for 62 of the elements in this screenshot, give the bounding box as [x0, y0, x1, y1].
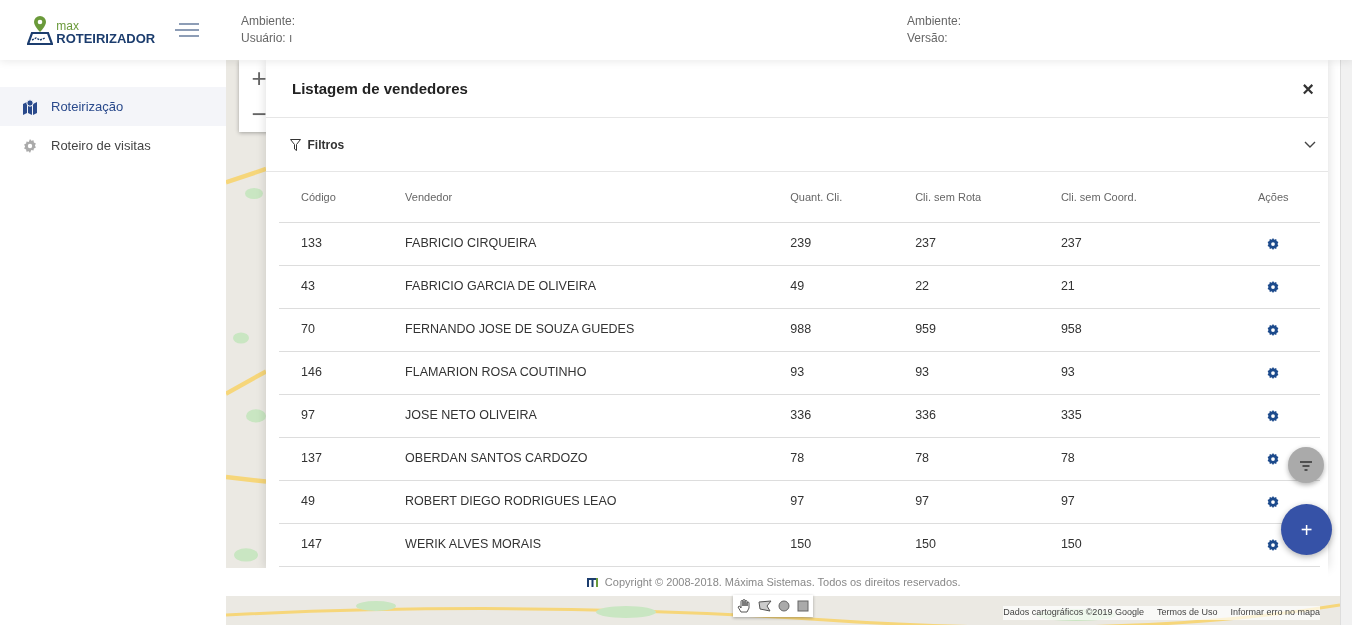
table-cell: 336 — [893, 394, 1039, 437]
logo-title: ROTEIRIZADOR — [56, 32, 156, 45]
table-cell: 22 — [893, 265, 1039, 308]
close-button[interactable]: × — [1302, 73, 1314, 104]
table-cell: 959 — [893, 308, 1039, 351]
copyright-text: Copyright © 2008-2018. Máxima Sistemas. Todos os direitos reservados. — [604, 574, 961, 590]
table-cell: 21 — [1038, 265, 1206, 308]
table-cell: OBERDAN SANTOS CARDOZO — [383, 437, 769, 480]
table-cell: WERIK ALVES MORAIS — [383, 523, 769, 566]
table-cell: 78 — [768, 437, 894, 480]
table-cell: 97 — [279, 394, 384, 437]
table-cell: 150 — [768, 523, 894, 566]
table-cell: 147 — [279, 523, 384, 566]
table-cell: 133 — [279, 222, 384, 265]
table-cell: 49 — [768, 265, 894, 308]
filters-panel[interactable]: Filtros — [266, 118, 1328, 172]
table-cell: 137 — [279, 437, 384, 480]
table-cell: FERNANDO JOSE DE SOUZA GUEDES — [383, 308, 769, 351]
table-cell: 97 — [893, 480, 1039, 523]
table-cell: 237 — [1038, 222, 1206, 265]
table-cell: 150 — [893, 523, 1039, 566]
info-label: Usuário: ı — [241, 30, 294, 47]
map-attribution: Dados cartográficos ©2019 Google — [1003, 606, 1144, 619]
table-cell: 146 — [279, 351, 384, 394]
table-cell: 150 — [1038, 523, 1206, 566]
table-cell: JOSE NETO OLIVEIRA — [383, 394, 769, 437]
column-header: Código — [279, 172, 384, 222]
table-cell: 237 — [893, 222, 1039, 265]
table-cell: 97 — [768, 480, 894, 523]
table-cell: 239 — [768, 222, 894, 265]
table-cell: 93 — [893, 351, 1039, 394]
table-cell: 78 — [893, 437, 1039, 480]
table-cell: 97 — [1038, 480, 1206, 523]
info-label: Ambiente: — [241, 13, 297, 30]
map-link[interactable]: Informar erro no mapa — [1230, 606, 1320, 620]
info-label: Ambiente: — [907, 13, 962, 30]
table-cell: FABRICIO CIRQUEIRA — [383, 222, 769, 265]
table-cell: 335 — [1038, 394, 1206, 437]
table-cell: 78 — [1038, 437, 1206, 480]
column-header: Ações — [1205, 172, 1320, 222]
filters-label: Filtros — [307, 136, 345, 154]
column-header: Cli. sem Rota — [893, 172, 1039, 222]
logo-subtitle: max — [56, 20, 80, 32]
modal-title: Listagem de vendedores — [292, 79, 468, 98]
map-link[interactable]: Termos de Uso — [1156, 606, 1218, 620]
table-cell: 336 — [768, 394, 894, 437]
table-cell: 958 — [1038, 308, 1206, 351]
sidebar-item[interactable]: Roteiro de visitas — [0, 126, 226, 165]
info-label: Versão: — [907, 30, 949, 47]
table-cell: FLAMARION ROSA COUTINHO — [383, 351, 769, 394]
table-cell: 93 — [768, 351, 894, 394]
table-cell: 988 — [768, 308, 894, 351]
column-header: Vendedor — [383, 172, 769, 222]
table-cell: 43 — [279, 265, 384, 308]
column-header: Cli. sem Coord. — [1038, 172, 1206, 222]
table-cell: ROBERT DIEGO RODRIGUES LEAO — [383, 480, 769, 523]
column-header: Quant. Cli. — [768, 172, 894, 222]
table-cell: 49 — [279, 480, 384, 523]
table-cell: FABRICIO GARCIA DE OLIVEIRA — [383, 265, 769, 308]
table-cell: 93 — [1038, 351, 1206, 394]
sidebar-item[interactable]: Roteirização — [0, 87, 226, 126]
table-cell: 70 — [279, 308, 384, 351]
